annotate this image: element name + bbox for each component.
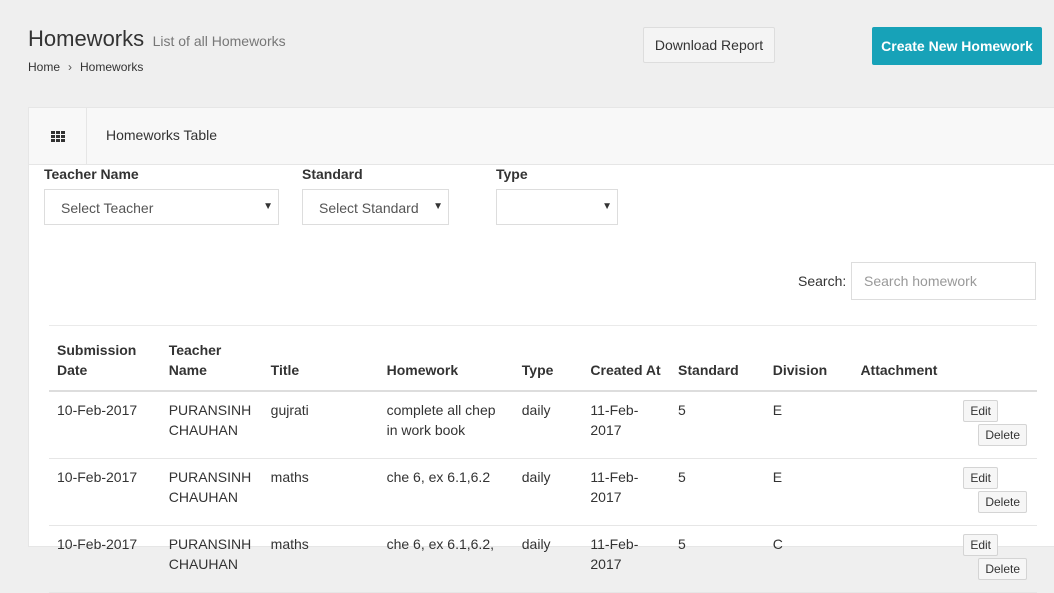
standard-select-value: Select Standard [319,200,419,216]
teacher-filter-label: Teacher Name [44,166,139,182]
homeworks-card: Homeworks Table Teacher Name Select Teac… [28,107,1054,593]
cell-homework: che 6, ex 6.1,6.2, [378,525,514,593]
cell-standard: 5 [670,458,765,526]
create-homework-button[interactable]: Create New Homework [872,27,1042,65]
cell-division: C [764,525,853,593]
edit-button[interactable]: Edit [963,534,998,556]
breadcrumb: Home › Homeworks [28,60,143,74]
page-subtitle: List of all Homeworks [152,33,286,49]
type-select[interactable]: ▼ [496,189,618,225]
table-header-row: Submission Date Teacher Name Title Homew… [49,325,1037,392]
cell-title: maths [262,525,379,593]
cell-submission-date: 10-Feb-2017 [49,525,161,593]
grid-icon[interactable] [29,108,87,164]
cell-type: daily [513,458,583,526]
standard-filter-label: Standard [302,166,363,182]
search-input[interactable] [851,262,1036,300]
cell-attachment [852,391,956,459]
column-header[interactable]: Standard [670,325,765,392]
caret-down-icon: ▼ [433,201,443,212]
edit-button[interactable]: Edit [963,400,998,422]
page-title-text: Homeworks [28,26,145,51]
card-header: Homeworks Table [29,108,1054,165]
edit-button[interactable]: Edit [963,467,998,489]
cell-type: daily [513,391,583,459]
homeworks-table: Submission Date Teacher Name Title Homew… [49,325,1037,593]
type-filter-label: Type [496,166,528,182]
page-title: Homeworks List of all Homeworks [28,26,286,52]
caret-down-icon: ▼ [602,201,612,212]
cell-created-at: 11-Feb-2017 [582,458,671,526]
cell-created-at: 11-Feb-2017 [582,525,671,593]
cell-title: gujrati [262,391,379,459]
column-header [955,325,1037,392]
cell-homework: che 6, ex 6.1,6.2 [378,458,514,526]
chevron-right-icon: › [68,60,73,74]
teacher-select-value: Select Teacher [61,200,154,216]
breadcrumb-current: Homeworks [80,60,144,74]
search-label: Search: [798,273,847,289]
download-report-button[interactable]: Download Report [643,27,775,63]
cell-title: maths [262,458,379,526]
card-title: Homeworks Table [106,127,218,143]
cell-actions: Edit Delete [955,391,1037,459]
cell-teacher: PURANSINH CHAUHAN [160,391,263,459]
column-header[interactable]: Title [262,325,379,392]
teacher-select[interactable]: Select Teacher ▼ [44,189,279,225]
column-header[interactable]: Homework [378,325,514,392]
delete-button[interactable]: Delete [978,424,1027,446]
cell-homework: complete all chep in work book [378,391,514,459]
caret-down-icon: ▼ [263,201,273,212]
cell-submission-date: 10-Feb-2017 [49,458,161,526]
cell-attachment [852,458,956,526]
column-header[interactable]: Teacher Name [160,325,263,392]
cell-division: E [764,458,853,526]
table-row: 10-Feb-2017 PURANSINH CHAUHAN maths che … [49,525,1037,593]
cell-attachment [852,525,956,593]
cell-teacher: PURANSINH CHAUHAN [160,458,263,526]
cell-created-at: 11-Feb-2017 [582,391,671,459]
column-header[interactable]: Type [513,325,583,392]
cell-submission-date: 10-Feb-2017 [49,391,161,459]
delete-button[interactable]: Delete [978,491,1027,513]
column-header[interactable]: Submission Date [49,325,161,392]
delete-button[interactable]: Delete [978,558,1027,580]
column-header[interactable]: Division [764,325,853,392]
breadcrumb-home-link[interactable]: Home [28,60,60,74]
cell-division: E [764,391,853,459]
column-header[interactable]: Attachment [852,325,956,392]
cell-teacher: PURANSINH CHAUHAN [160,525,263,593]
cell-standard: 5 [670,391,765,459]
cell-actions: Edit Delete [955,458,1037,526]
table-row: 10-Feb-2017 PURANSINH CHAUHAN gujrati co… [49,391,1037,459]
cell-type: daily [513,525,583,593]
table-row: 10-Feb-2017 PURANSINH CHAUHAN maths che … [49,458,1037,526]
cell-standard: 5 [670,525,765,593]
cell-actions: Edit Delete [955,525,1037,593]
standard-select[interactable]: Select Standard ▼ [302,189,449,225]
column-header[interactable]: Created At [582,325,671,392]
